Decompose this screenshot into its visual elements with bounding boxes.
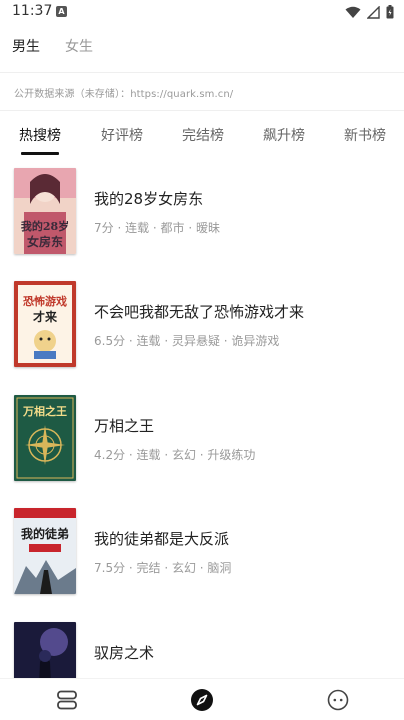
book-item[interactable]: 恐怖游戏 才来 不会吧我都无敌了恐怖游戏才来 6.5分 · 连载 · 灵异悬疑 … (0, 271, 404, 371)
tab-good-reviews[interactable]: 好评榜 (101, 125, 143, 145)
book-list: 我的28岁 女房东 我的28岁女房东 7分 · 连载 · 都市 · 暧昧 恐怖游… (0, 158, 404, 678)
notification-icon: A (56, 6, 67, 17)
book-meta: 6.5分 · 连载 · 灵异悬疑 · 诡异游戏 (94, 334, 280, 348)
gender-tabs: 男生 女生 (0, 34, 106, 60)
book-meta: 7分 · 连载 · 都市 · 暧昧 (94, 221, 220, 235)
bottom-nav (0, 678, 404, 720)
book-title: 万相之王 (94, 417, 155, 435)
status-icons (345, 4, 394, 20)
source-note: 公开数据来源（未存储）：https://quark.sm.cn/ (14, 89, 234, 100)
book-title: 驭房之术 (94, 644, 155, 662)
book-cover: 我的28岁 女房东 (14, 168, 76, 254)
book-item[interactable]: 驭房之术 (0, 612, 404, 678)
tab-completed[interactable]: 完结榜 (182, 125, 224, 145)
book-meta: 4.2分 · 连载 · 玄幻 · 升级练功 (94, 448, 256, 462)
svg-text:才来: 才来 (33, 309, 58, 324)
svg-text:恐怖游戏: 恐怖游戏 (23, 294, 67, 308)
tab-hot-search[interactable]: 热搜榜 (19, 125, 61, 145)
status-bar: 11:37 A (0, 0, 404, 24)
battery-icon (386, 5, 394, 19)
book-title: 不会吧我都无敌了恐怖游戏才来 (94, 303, 305, 321)
svg-text:我的28岁: 我的28岁 (21, 219, 69, 233)
nav-discover[interactable] (189, 687, 215, 713)
rank-tabs: 热搜榜 好评榜 完结榜 飙升榜 新书榜 (0, 119, 404, 155)
tab-rising[interactable]: 飙升榜 (263, 125, 305, 145)
svg-text:女房东: 女房东 (27, 234, 63, 249)
book-cover: 万相之王 (14, 395, 76, 481)
divider (0, 72, 404, 73)
book-meta: 7.5分 · 完结 · 玄幻 · 脑洞 (94, 561, 232, 575)
tab-new-books[interactable]: 新书榜 (344, 125, 386, 145)
smiley-icon (327, 689, 349, 711)
svg-text:万相之王: 万相之王 (22, 404, 67, 418)
tab-female[interactable]: 女生 (65, 34, 93, 60)
signal-icon (367, 5, 380, 19)
nav-profile[interactable] (325, 687, 351, 713)
status-time: 11:37 (12, 3, 53, 19)
book-cover: 恐怖游戏 才来 (14, 281, 76, 367)
book-item[interactable]: 万相之王 万相之王 4.2分 · 连载 · 玄幻 · 升级练功 (0, 385, 404, 485)
book-title: 我的28岁女房东 (94, 190, 204, 208)
bookshelf-icon (57, 690, 77, 710)
active-tab-indicator (21, 152, 59, 155)
book-cover (14, 622, 76, 678)
compass-icon (191, 689, 213, 711)
divider (0, 110, 404, 111)
book-title: 我的徒弟都是大反派 (94, 530, 230, 548)
book-item[interactable]: 我的徒弟 我的徒弟都是大反派 7.5分 · 完结 · 玄幻 · 脑洞 (0, 498, 404, 598)
book-cover: 我的徒弟 (14, 508, 76, 594)
wifi-icon (345, 6, 361, 18)
nav-bookshelf[interactable] (54, 687, 80, 713)
tab-male[interactable]: 男生 (12, 34, 40, 60)
book-item[interactable]: 我的28岁 女房东 我的28岁女房东 7分 · 连载 · 都市 · 暧昧 (0, 158, 404, 258)
svg-text:我的徒弟: 我的徒弟 (21, 526, 69, 541)
